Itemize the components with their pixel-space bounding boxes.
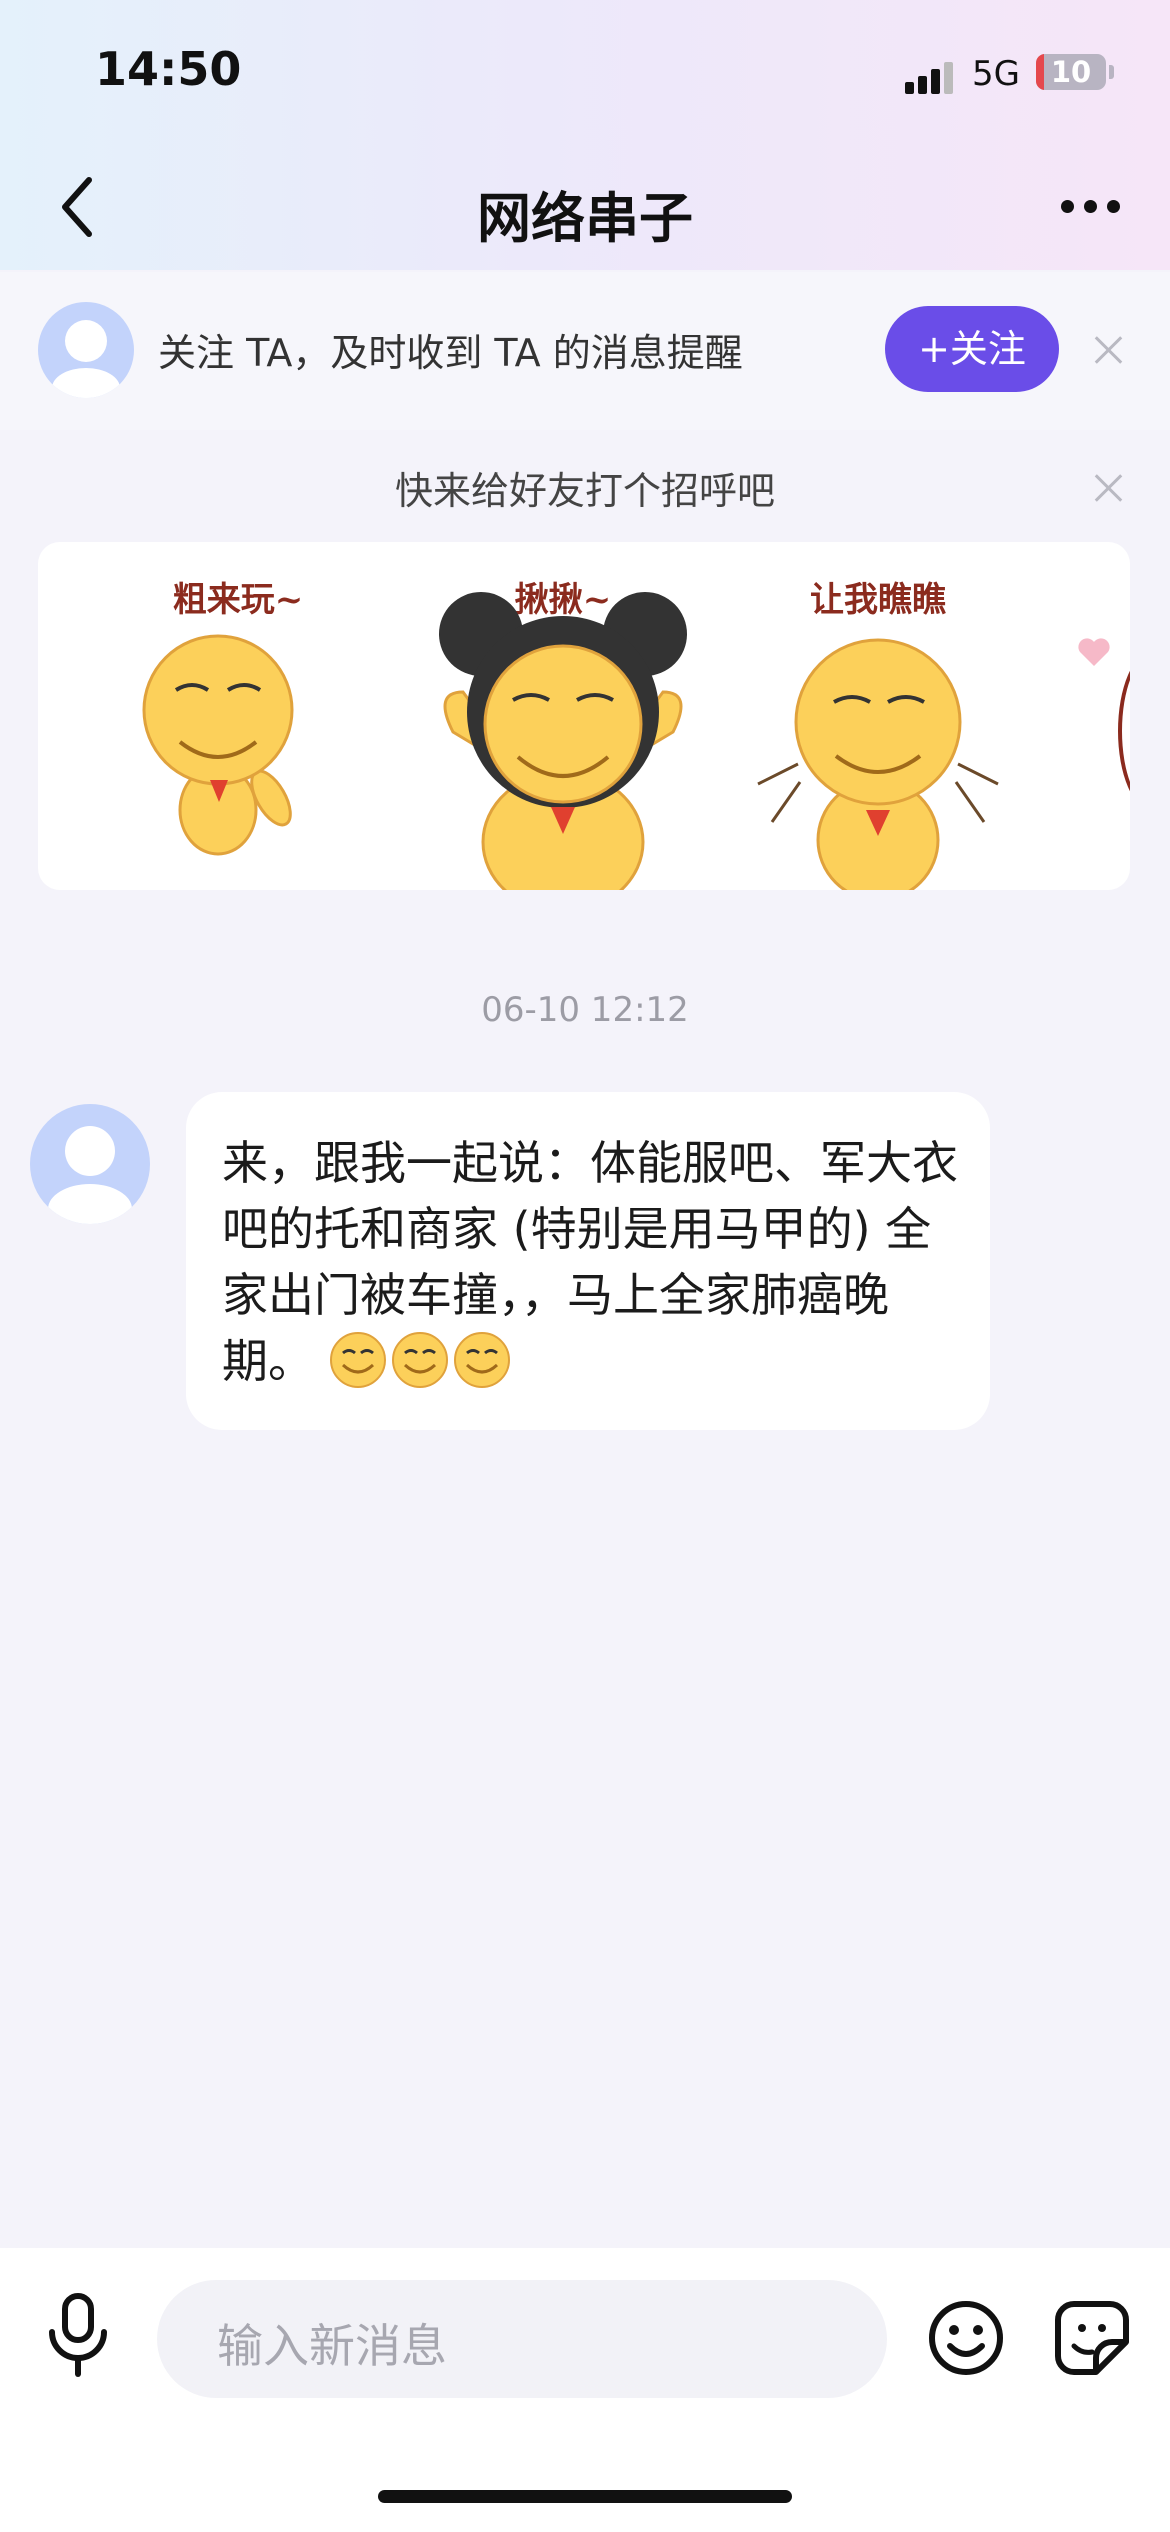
sticker-item[interactable]: 揪揪~ [413, 542, 713, 890]
sticker-icon [1055, 2301, 1129, 2375]
microphone-icon [49, 2293, 107, 2377]
avatar[interactable] [38, 302, 134, 398]
follow-banner: 关注 TA，及时收到 TA 的消息提醒 +关注 [0, 272, 1170, 430]
more-options-button[interactable] [1055, 190, 1125, 220]
smiley-sticker-mouse-ears-icon [439, 592, 687, 890]
avatar-head-shape [65, 320, 107, 362]
grin-emoji-icon [329, 1332, 386, 1388]
grin-emoji-icon [391, 1332, 448, 1388]
nav-bar: 网络串子 [0, 150, 1170, 260]
heart-icon [1078, 638, 1110, 666]
message-timestamp: 06-10 12:12 [481, 990, 689, 1030]
sticker-item[interactable]: 粗来玩~ [88, 542, 388, 890]
voice-button[interactable] [40, 2290, 116, 2380]
page-title: 网络串子 [477, 187, 693, 250]
message-bubble[interactable]: 来，跟我一起说：体能服吧、军大衣吧的托和商家 (特别是用马甲的) 全家出门被车撞… [186, 1092, 990, 1430]
smiley-sticker-waving-icon [142, 634, 294, 856]
smiley-sticker-peeking-icon [757, 638, 999, 890]
greeting-text: 快来给好友打个招呼吧 [394, 469, 775, 513]
follow-button[interactable]: +关注 [885, 306, 1059, 392]
message-input[interactable]: 输入新消息 [157, 2280, 887, 2398]
battery-level: 10 [1050, 55, 1092, 89]
avatar[interactable] [30, 1104, 150, 1224]
close-icon[interactable] [1092, 472, 1124, 504]
status-bar: 14:50 5G 10 [0, 0, 1170, 140]
battery-tip [1109, 65, 1114, 79]
message-text: 来，跟我一起说：体能服吧、军大衣吧的托和商家 (特别是用马甲的) 全家出门被车撞… [222, 1130, 974, 1394]
follow-prompt-text: 关注 TA，及时收到 TA 的消息提醒 [158, 331, 743, 375]
sticker-item[interactable]: 让我瞧瞧 [728, 542, 1028, 890]
emoji-button[interactable] [928, 2300, 1004, 2376]
close-icon[interactable] [1092, 334, 1124, 366]
home-indicator [378, 2490, 792, 2503]
avatar-body-shape [48, 1184, 132, 1224]
smiley-icon [929, 2301, 1003, 2375]
sticker-button[interactable] [1054, 2300, 1130, 2376]
sticker-partial[interactable] [1118, 652, 1130, 810]
battery-icon: 10 [1036, 54, 1106, 90]
avatar-body-shape [52, 368, 120, 398]
signal-icon [905, 60, 959, 94]
network-type: 5G [972, 54, 1020, 94]
message-input-placeholder: 输入新消息 [217, 2319, 447, 2373]
avatar-head-shape [65, 1126, 115, 1176]
status-time: 14:50 [95, 42, 242, 96]
grin-emoji-icon [453, 1332, 510, 1388]
sticker-suggestions: 粗来玩~ 揪揪~ 让我瞧瞧 [38, 542, 1130, 890]
